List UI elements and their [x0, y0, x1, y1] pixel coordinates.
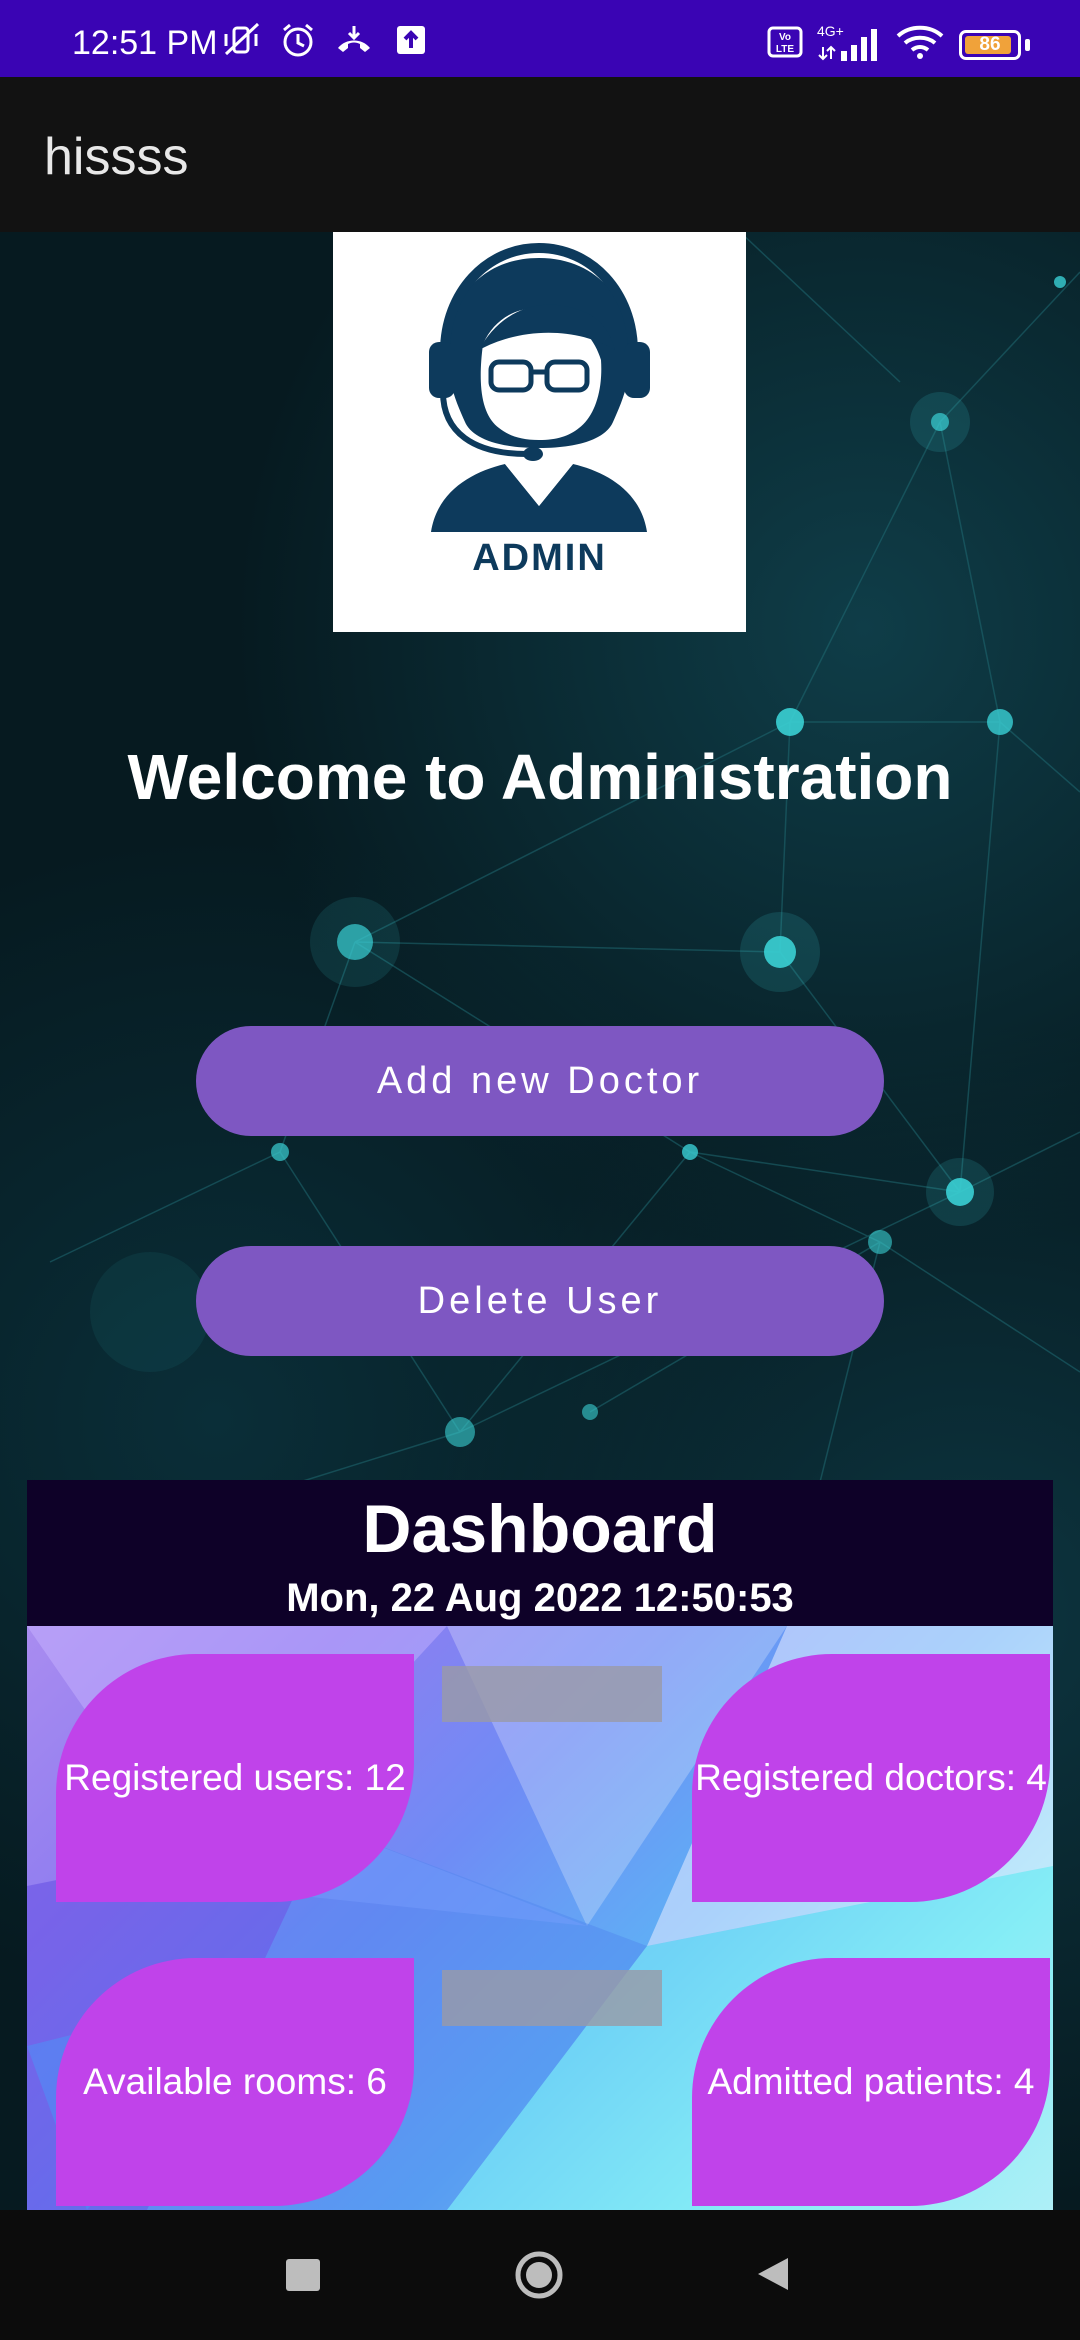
call-forward-icon	[334, 22, 374, 58]
admin-logo: ADMIN	[333, 232, 746, 632]
placeholder-bar-top	[442, 1666, 662, 1722]
home-icon[interactable]	[514, 2250, 564, 2300]
registered-doctors-card: Registered doctors: 4	[692, 1654, 1050, 1902]
dashboard-body: Registered users: 12 Registered doctors:…	[27, 1626, 1053, 2210]
app-bar: hissss	[0, 77, 1080, 232]
dashboard: Dashboard Mon, 22 Aug 2022 12:50:53 Regi…	[27, 1480, 1053, 2210]
app-title: hissss	[44, 128, 189, 186]
admitted-patients-card: Admitted patients: 4	[692, 1958, 1050, 2206]
signal-4g-icon: 4G+	[817, 23, 881, 63]
placeholder-bar-bottom	[442, 1970, 662, 2026]
battery-nub	[1025, 38, 1030, 51]
alarm-icon	[278, 22, 318, 58]
delete-user-button[interactable]: Delete User	[196, 1246, 884, 1356]
dashboard-header: Dashboard Mon, 22 Aug 2022 12:50:53	[27, 1480, 1053, 1626]
battery-icon: 86	[959, 29, 1021, 60]
dashboard-title: Dashboard	[362, 1491, 718, 1567]
status-left-icons	[222, 22, 430, 58]
add-new-doctor-button[interactable]: Add new Doctor	[196, 1026, 884, 1136]
svg-text:LTE: LTE	[776, 44, 794, 55]
status-time: 12:51 PM	[72, 24, 218, 62]
upload-icon	[390, 22, 430, 58]
available-rooms-card: Available rooms: 6	[56, 1958, 414, 2206]
volte-icon: Vo LTE	[767, 26, 803, 63]
registered-users-card: Registered users: 12	[56, 1654, 414, 1902]
svg-text:Vo: Vo	[779, 32, 791, 43]
main-content[interactable]: ADMIN Welcome to Administration Add new …	[0, 232, 1080, 2210]
recents-icon[interactable]	[286, 2259, 320, 2291]
wifi-icon	[895, 24, 945, 65]
mute-vibrate-icon	[222, 22, 262, 58]
admin-logo-label: ADMIN	[472, 537, 607, 579]
battery-level: 86	[979, 33, 1001, 55]
welcome-heading: Welcome to Administration	[127, 741, 953, 813]
status-right-icons: Vo LTE 4G+ 86	[767, 23, 1030, 65]
status-bar: 12:51 PM Vo LTE 4G+ 86	[0, 0, 1080, 77]
system-nav-bar	[0, 2210, 1080, 2340]
dashboard-datetime: Mon, 22 Aug 2022 12:50:53	[286, 1576, 794, 1620]
back-icon[interactable]	[754, 2254, 792, 2294]
